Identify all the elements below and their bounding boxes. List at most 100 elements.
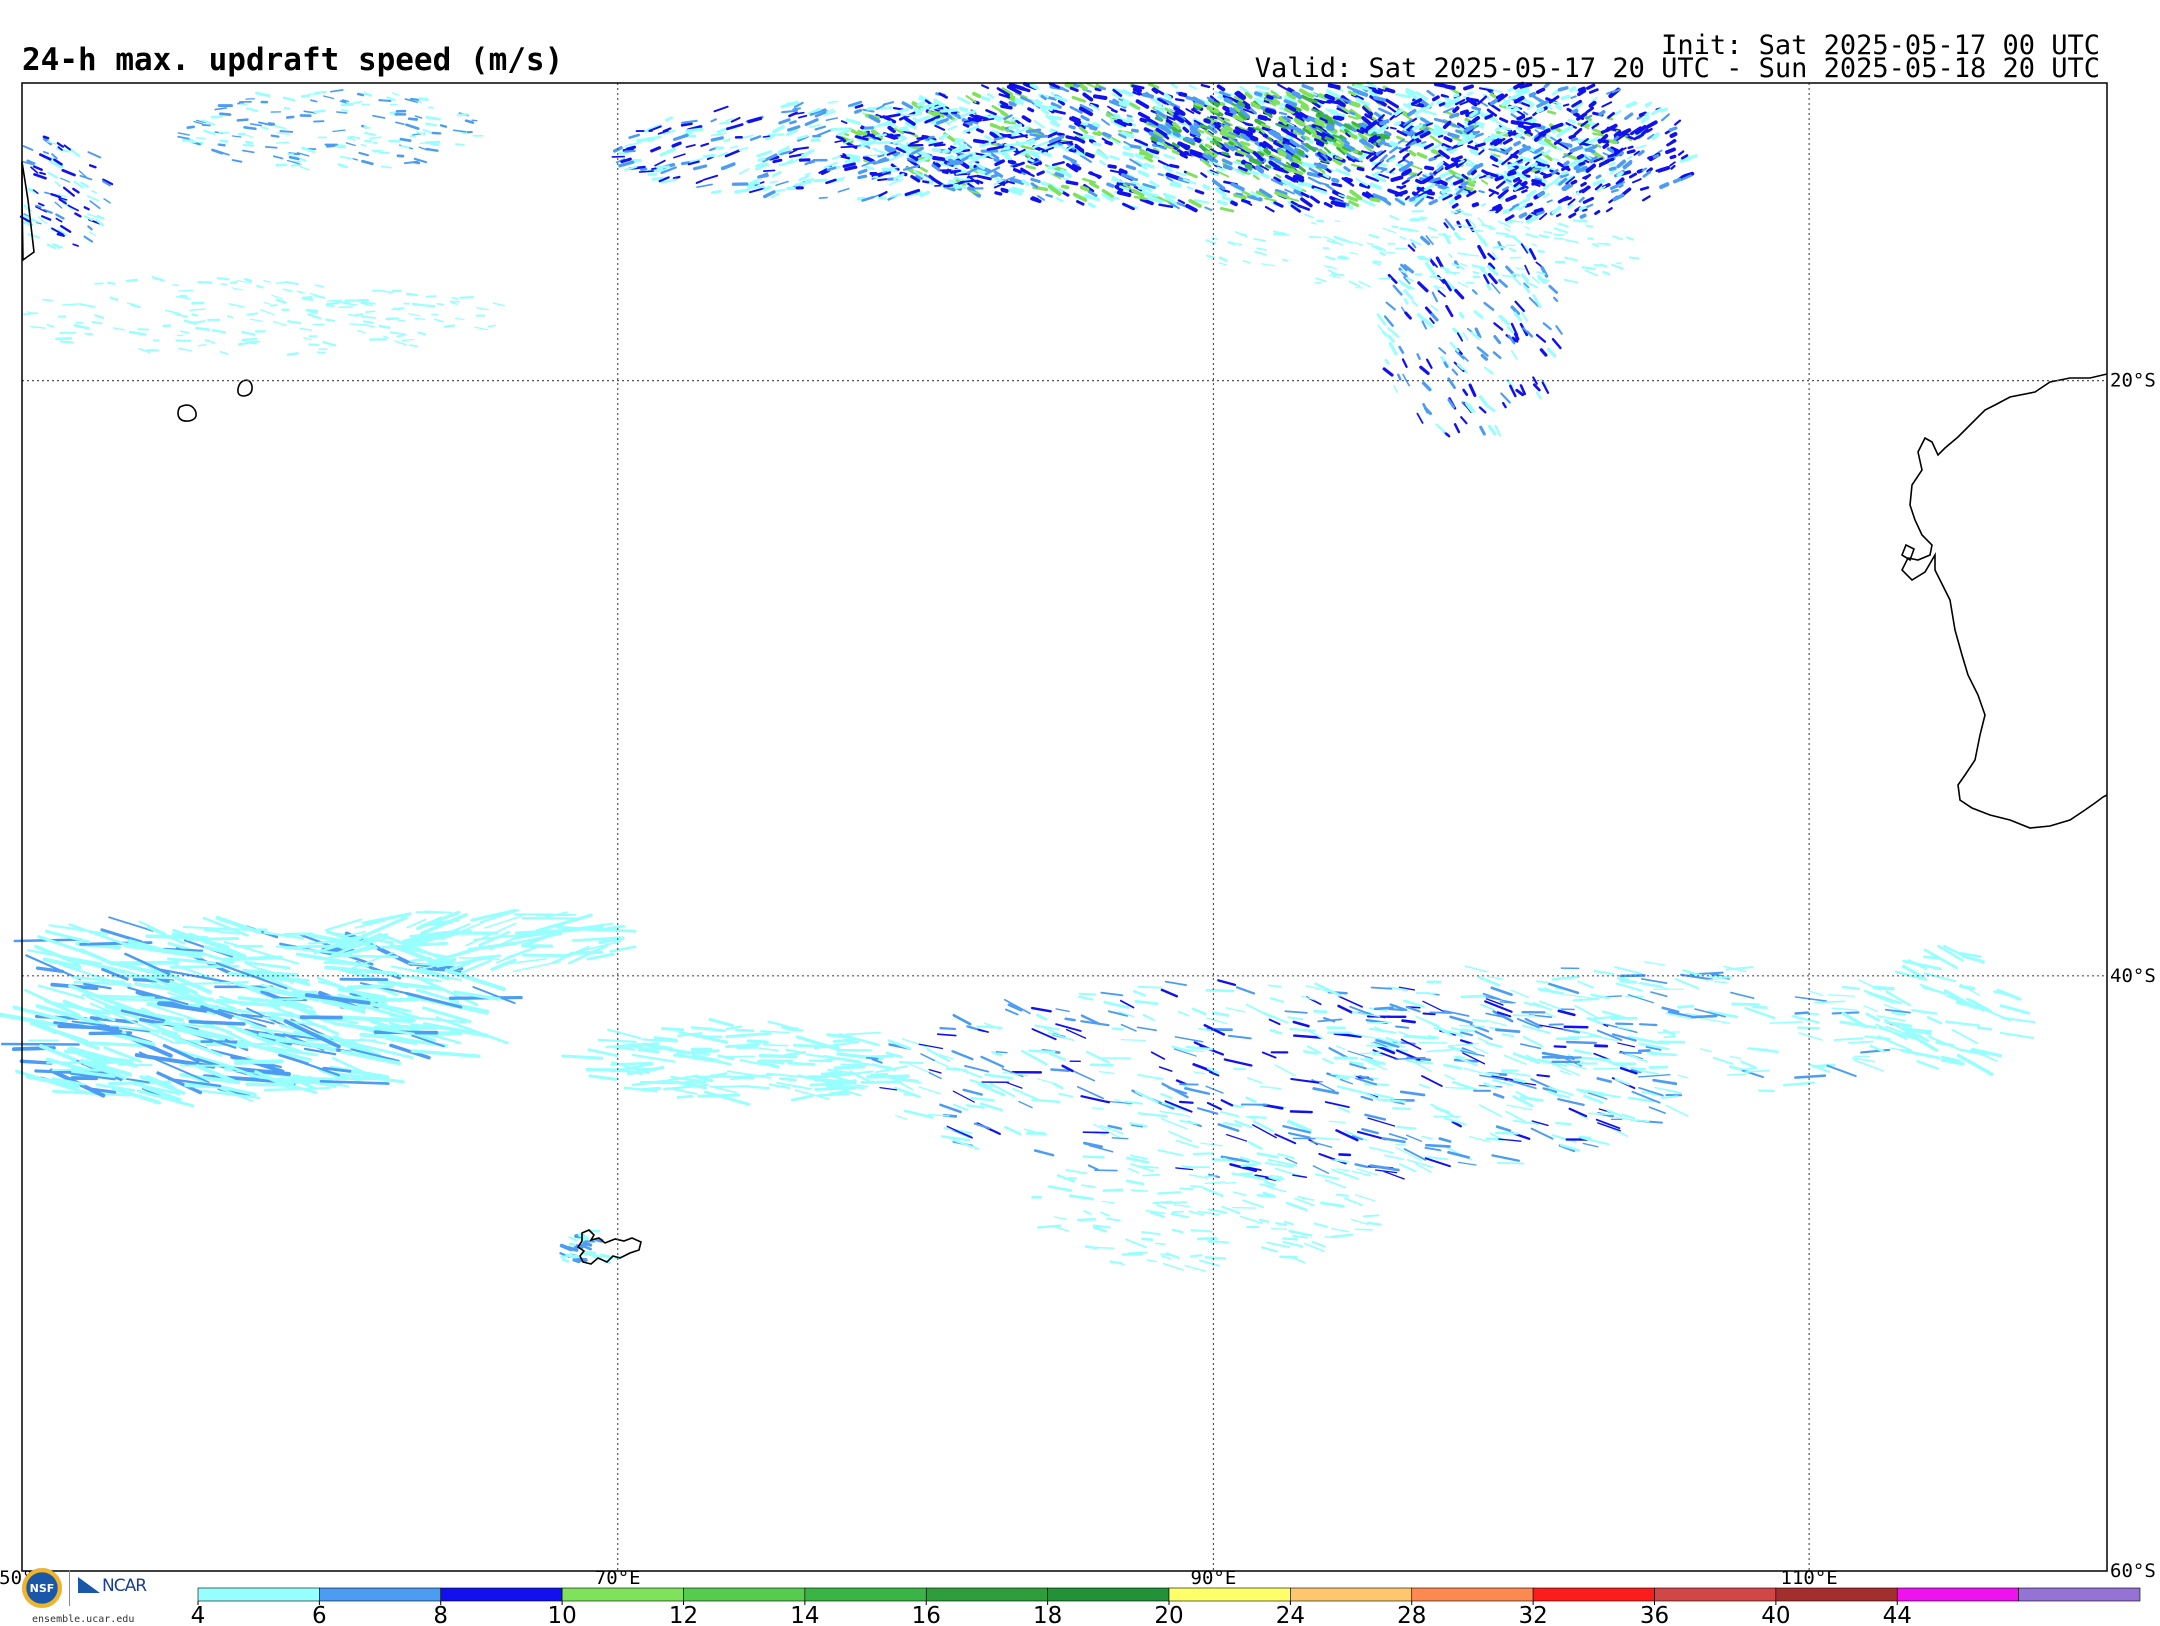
updraft-streak <box>1444 1074 1456 1080</box>
updraft-streak <box>1300 197 1313 208</box>
updraft-streak <box>941 169 951 175</box>
updraft-streak <box>1373 260 1382 263</box>
updraft-streak <box>1581 266 1596 270</box>
updraft-streak <box>1219 206 1235 213</box>
updraft-streak <box>804 172 811 176</box>
updraft-streak <box>984 134 992 141</box>
updraft-streak <box>1163 144 1174 150</box>
updraft-streak <box>1397 138 1406 144</box>
updraft-streak <box>174 313 189 318</box>
updraft-streak <box>1424 306 1432 314</box>
updraft-streak <box>1660 1095 1679 1099</box>
updraft-streak <box>712 1084 750 1089</box>
updraft-streak <box>1122 145 1132 151</box>
updraft-streak <box>204 339 216 344</box>
updraft-streak <box>1543 149 1551 156</box>
updraft-streak <box>309 310 319 315</box>
updraft-streak <box>1650 107 1663 116</box>
updraft-streak <box>1406 108 1417 117</box>
updraft-streak <box>405 123 420 130</box>
updraft-streak <box>476 307 489 311</box>
updraft-streak <box>865 1056 879 1060</box>
updraft-streak <box>840 120 848 124</box>
updraft-streak <box>1500 126 1512 131</box>
updraft-streak <box>1205 988 1235 993</box>
updraft-streak <box>1641 195 1651 202</box>
updraft-streak <box>844 158 861 164</box>
updraft-streak <box>1092 1226 1108 1233</box>
updraft-streak <box>1328 1120 1346 1124</box>
updraft-streak <box>1478 149 1485 155</box>
updraft-streak <box>307 313 322 320</box>
updraft-streak <box>857 168 868 175</box>
updraft-streak <box>1515 388 1525 397</box>
updraft-streak <box>1130 1189 1149 1192</box>
updraft-streak <box>1325 124 1335 131</box>
updraft-streak <box>51 153 58 160</box>
updraft-streak <box>1443 1063 1463 1070</box>
updraft-streak <box>363 126 371 129</box>
updraft-streak <box>1269 1175 1283 1178</box>
updraft-streak <box>322 340 337 347</box>
updraft-streak <box>1417 171 1423 177</box>
updraft-streak <box>1531 180 1541 186</box>
updraft-streak <box>1222 105 1231 113</box>
updraft-streak <box>1073 143 1085 153</box>
updraft-streak <box>1460 1031 1474 1037</box>
updraft-streak <box>112 327 125 331</box>
updraft-streak <box>454 143 465 146</box>
updraft-streak <box>471 119 478 122</box>
updraft-streak <box>1451 202 1459 209</box>
updraft-streak <box>673 133 689 142</box>
updraft-streak <box>234 1059 275 1065</box>
updraft-streak <box>1921 986 1947 995</box>
updraft-streak <box>1462 331 1469 341</box>
updraft-streak <box>1958 984 1976 991</box>
updraft-streak <box>1142 1173 1160 1177</box>
updraft-streak <box>1492 351 1502 360</box>
updraft-streak <box>1708 975 1732 979</box>
updraft-streak <box>55 217 63 223</box>
updraft-streak <box>1479 267 1489 276</box>
updraft-streak <box>1608 161 1616 167</box>
updraft-streak <box>1373 1006 1394 1011</box>
updraft-streak <box>59 340 74 344</box>
updraft-streak <box>860 1080 902 1084</box>
updraft-streak <box>1520 311 1528 322</box>
updraft-streak <box>938 133 949 141</box>
updraft-streak <box>1012 167 1022 174</box>
updraft-streak <box>1457 252 1469 256</box>
updraft-streak <box>1231 1206 1257 1209</box>
updraft-streak <box>1505 194 1517 202</box>
updraft-streak <box>1235 192 1244 196</box>
updraft-streak <box>1172 131 1181 138</box>
updraft-streak <box>1445 304 1454 318</box>
updraft-streak <box>1313 1222 1328 1228</box>
updraft-streak <box>1198 1259 1220 1267</box>
updraft-streak <box>924 137 940 146</box>
updraft-streak <box>231 135 242 138</box>
updraft-streak <box>263 1087 331 1092</box>
updraft-streak <box>1731 1002 1760 1006</box>
updraft-streak <box>63 144 71 151</box>
updraft-streak <box>396 334 404 338</box>
updraft-streak <box>1510 989 1530 999</box>
updraft-streak <box>1515 126 1525 134</box>
updraft-streak <box>1492 163 1499 168</box>
updraft-streak <box>1205 1085 1224 1094</box>
updraft-streak <box>1287 115 1293 120</box>
updraft-streak <box>1714 980 1728 984</box>
updraft-streak <box>414 115 423 119</box>
updraft-streak <box>1060 87 1070 93</box>
updraft-streak <box>1135 99 1150 109</box>
updraft-streak <box>360 315 377 319</box>
updraft-streak <box>1531 243 1538 247</box>
updraft-streak <box>1492 1092 1505 1099</box>
updraft-streak <box>1040 107 1049 115</box>
updraft-streak <box>352 158 359 161</box>
updraft-streak <box>1264 197 1277 202</box>
updraft-streak <box>1449 1015 1473 1025</box>
updraft-streak <box>1111 1027 1124 1031</box>
updraft-streak <box>1387 334 1395 343</box>
updraft-streak <box>1266 94 1274 100</box>
